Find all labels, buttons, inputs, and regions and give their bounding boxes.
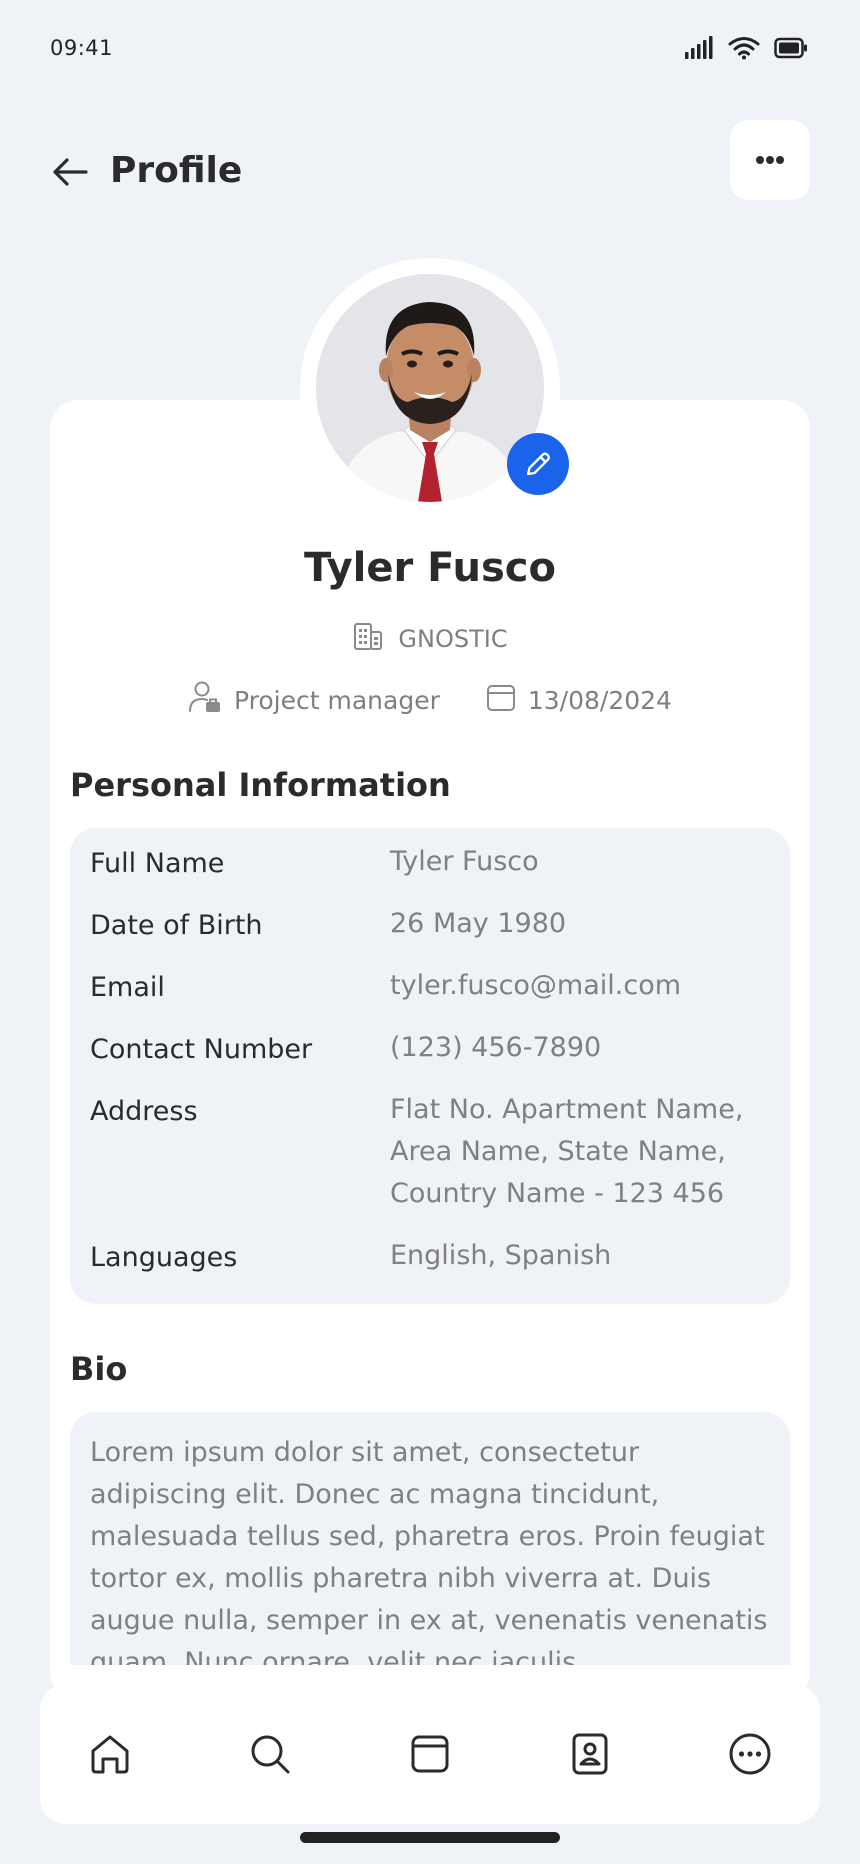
home-icon xyxy=(91,1735,129,1774)
nav-more[interactable] xyxy=(726,1730,774,1778)
bio-clip: Lorem ipsum dolor sit amet, consectetur … xyxy=(0,0,860,1665)
home-indicator xyxy=(300,1832,560,1843)
nav-contacts[interactable] xyxy=(566,1730,614,1778)
contact-book-icon xyxy=(572,1733,608,1775)
nav-search[interactable] xyxy=(246,1730,294,1778)
search-icon xyxy=(251,1735,290,1774)
bottom-nav xyxy=(40,1684,820,1824)
nav-calendar[interactable] xyxy=(406,1730,454,1778)
bio-text: Lorem ipsum dolor sit amet, consectetur … xyxy=(90,1437,768,1665)
bio-box: Lorem ipsum dolor sit amet, consectetur … xyxy=(70,1412,790,1665)
more-options-icon xyxy=(729,1733,771,1775)
nav-home[interactable] xyxy=(86,1730,134,1778)
calendar-icon xyxy=(411,1735,449,1773)
